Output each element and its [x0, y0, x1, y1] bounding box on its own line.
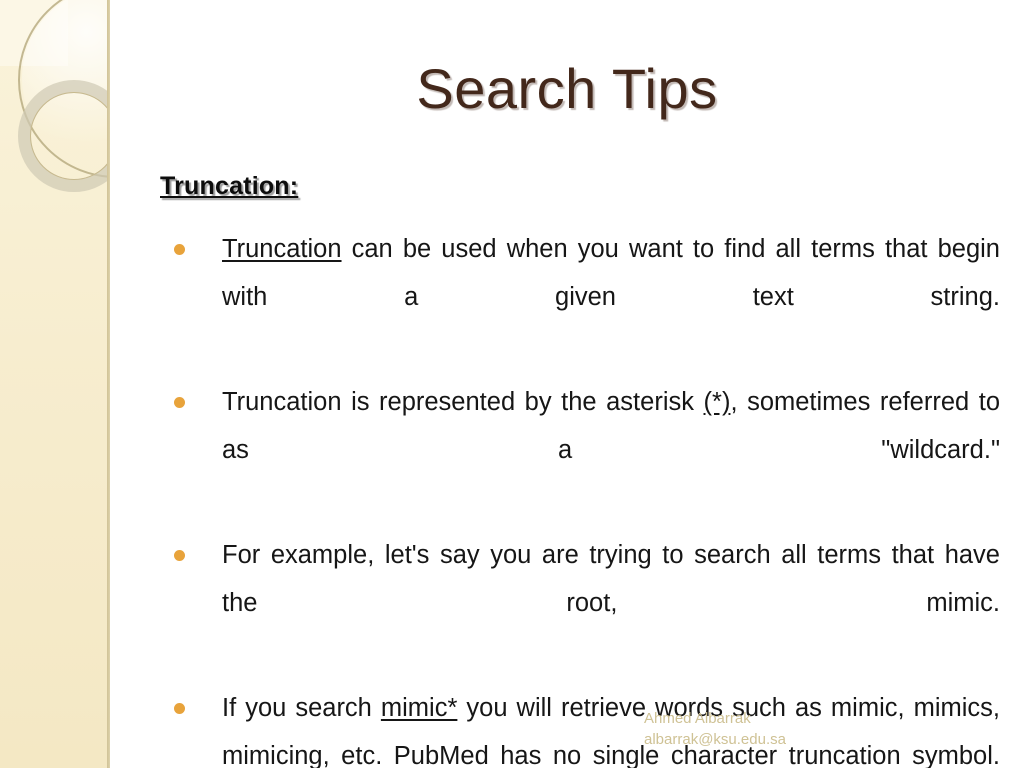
slide-title: Search Tips	[416, 57, 718, 120]
bullet-text-emphasis: (*)	[703, 388, 731, 416]
bullet-text: Truncation can be used when you want to …	[222, 235, 1000, 311]
section-heading: Truncation:	[160, 172, 299, 200]
bullet-text: For example, let's say you are trying to…	[222, 541, 1000, 617]
footer-author-name: Ahmed Albarrak	[644, 710, 751, 727]
bullet-text-emphasis: mimic*	[380, 694, 458, 722]
slide-canvas: Search Tips Truncation: Truncation can b…	[0, 0, 1024, 768]
footer-credit: Ahmed Albarrak albarrak@ksu.edu.sa	[644, 708, 944, 750]
bullet-list: Truncation can be used when you want to …	[160, 225, 1000, 768]
bullet-text-pre: If you search	[222, 694, 381, 722]
list-item: For example, let's say you are trying to…	[160, 531, 1000, 675]
bullet-dot-icon	[174, 244, 185, 255]
bullet-dot-icon	[174, 550, 185, 561]
list-item: Truncation can be used when you want to …	[160, 225, 1000, 369]
bullet-text-pre: Truncation is represented by the asteris…	[222, 388, 704, 416]
bullet-text: Truncation is represented by the asteris…	[222, 388, 1000, 464]
thin-ring-icon	[30, 92, 110, 180]
slide-body: Truncation: Truncation can be used when …	[160, 172, 1000, 768]
bullet-text-pre: For example, let's say you are trying to…	[222, 541, 1000, 617]
bullet-dot-icon	[174, 397, 185, 408]
footer-author-email: albarrak@ksu.edu.sa	[644, 731, 786, 748]
decorative-side-band	[0, 0, 110, 768]
bullet-text-emphasis: Truncation	[222, 235, 342, 263]
bullet-dot-icon	[174, 703, 185, 714]
list-item: Truncation is represented by the asteris…	[160, 378, 1000, 522]
